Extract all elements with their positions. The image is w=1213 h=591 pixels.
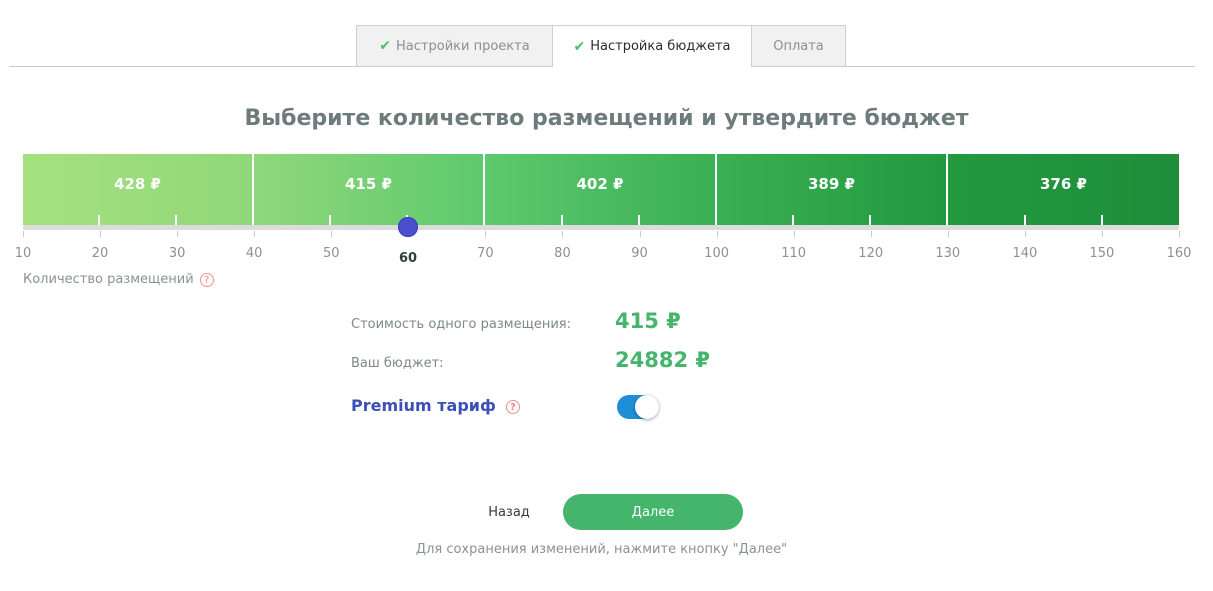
budget-value: 24882 ₽	[615, 348, 710, 372]
tab-label: Оплата	[773, 38, 824, 54]
slider-tick	[716, 231, 718, 237]
price-bands: 428 ₽ 415 ₽ 402 ₽ 389 ₽ 376 ₽	[23, 154, 1179, 225]
price-band-label: 376 ₽	[1040, 175, 1087, 193]
slider-track[interactable]	[23, 225, 1179, 230]
check-icon: ✔	[573, 38, 586, 55]
price-band-label: 402 ₽	[576, 175, 624, 193]
band-tick	[329, 215, 331, 225]
slider-tick	[254, 231, 256, 237]
slider-tick	[870, 231, 872, 237]
slider-tick-label: 30	[168, 246, 186, 261]
premium-label: Premium тариф?	[351, 396, 520, 415]
slider-tick-label: 10	[14, 246, 32, 261]
slider-tick	[562, 231, 564, 237]
tab-label: Настройки проекта	[396, 38, 530, 54]
slider-tick	[485, 231, 487, 237]
slider-tick	[23, 231, 24, 237]
price-band-label: 415 ₽	[345, 175, 392, 193]
quantity-label-text: Количество размещений	[23, 272, 194, 287]
slider-tick-label: 50	[322, 246, 340, 261]
back-button[interactable]: Назад	[476, 494, 542, 530]
quantity-label: Количество размещений?	[23, 272, 214, 287]
slider-tick-label: 130	[935, 246, 961, 261]
slider-tick-label: 90	[631, 246, 648, 261]
price-band[interactable]: 376 ₽	[948, 154, 1179, 225]
cost-label: Стоимость одного размещения:	[351, 317, 571, 332]
price-band[interactable]: 428 ₽	[23, 154, 254, 225]
band-tick	[638, 215, 640, 225]
slider-tick-label: 80	[554, 246, 571, 261]
tab-label: Настройка бюджета	[590, 39, 731, 54]
slider-tick-label: 70	[477, 246, 494, 261]
slider-tick	[1024, 231, 1026, 237]
price-band[interactable]: 402 ₽	[485, 154, 717, 225]
tab-budget-settings[interactable]: ✔ Настройка бюджета	[552, 25, 752, 67]
slider-tick	[639, 231, 641, 237]
slider-tick	[1179, 231, 1180, 237]
slider-tick	[177, 231, 179, 237]
check-icon: ✔	[379, 38, 392, 54]
slider-tick	[1101, 231, 1103, 237]
help-icon[interactable]: ?	[505, 399, 520, 414]
price-band-label: 428 ₽	[114, 175, 161, 193]
slider-tick-label: 100	[704, 246, 730, 261]
slider-tick-label: 120	[858, 246, 884, 261]
price-band[interactable]: 389 ₽	[717, 154, 948, 225]
slider-tick-label: 150	[1089, 246, 1115, 261]
slider-tick-label: 140	[1012, 246, 1038, 261]
save-hint: Для сохранения изменений, нажмите кнопку…	[415, 542, 788, 557]
premium-toggle[interactable]	[617, 395, 659, 419]
slider-handle[interactable]	[398, 217, 418, 237]
band-tick	[175, 215, 177, 225]
slider-tick	[947, 231, 949, 237]
slider-tick	[100, 231, 102, 237]
slider-tick-label: 110	[781, 246, 807, 261]
tab-payment[interactable]: Оплата	[751, 25, 846, 66]
price-band[interactable]: 415 ₽	[254, 154, 485, 225]
tab-project-settings[interactable]: ✔ Настройки проекта	[356, 25, 553, 66]
band-tick	[869, 215, 871, 225]
price-band-label: 389 ₽	[808, 175, 855, 193]
slider-tick-label: 20	[91, 246, 109, 261]
band-tick	[1024, 215, 1026, 225]
slider-tick-label: 160	[1166, 246, 1192, 261]
help-icon[interactable]: ?	[199, 272, 214, 287]
slider-tick	[793, 231, 795, 237]
slider-tick	[331, 231, 333, 237]
premium-label-text: Premium тариф	[351, 396, 496, 415]
band-tick	[1101, 215, 1103, 225]
band-tick	[792, 215, 794, 225]
page-title: Выберите количество размещений и утверди…	[244, 106, 969, 131]
cost-value: 415 ₽	[615, 309, 681, 333]
budget-label: Ваш бюджет:	[351, 356, 444, 371]
band-tick	[98, 215, 100, 225]
band-tick	[561, 215, 563, 225]
next-button[interactable]: Далее	[563, 494, 743, 530]
slider-tick-label: 40	[245, 246, 263, 261]
toggle-thumb	[635, 395, 659, 419]
slider-current-value: 60	[398, 251, 418, 266]
